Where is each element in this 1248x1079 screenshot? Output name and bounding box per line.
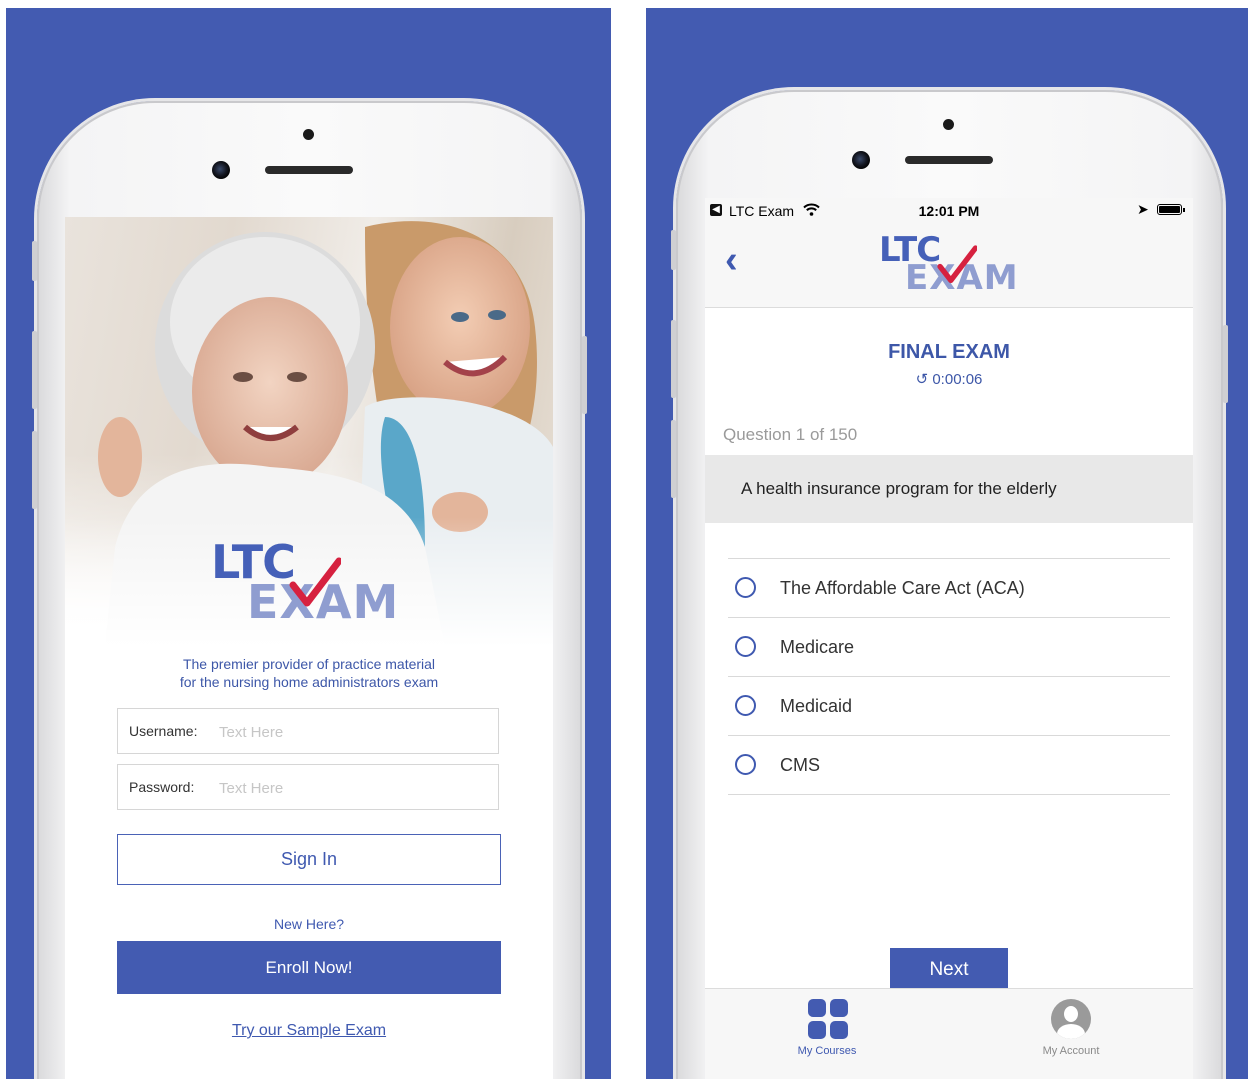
ltc-exam-logo: LTC EXAM bbox=[211, 535, 411, 629]
radio-button[interactable] bbox=[735, 754, 756, 775]
stopwatch-icon: ↺ bbox=[915, 371, 933, 388]
login-screen: LTC EXAM The premier provider of practic… bbox=[65, 217, 553, 1079]
grid-icon bbox=[808, 999, 848, 1039]
front-camera bbox=[852, 151, 870, 169]
password-label: Password: bbox=[129, 779, 195, 795]
exam-panel: ◀ LTC Exam 12:01 PM ➤ ‹ LTC EXAM FINAL E… bbox=[646, 8, 1248, 1079]
username-field[interactable]: Username: bbox=[117, 708, 499, 754]
mute-switch bbox=[671, 230, 676, 270]
volume-up-button bbox=[671, 320, 676, 398]
account-icon bbox=[1051, 999, 1091, 1039]
power-button bbox=[1223, 325, 1228, 403]
answer-option[interactable]: The Affordable Care Act (ACA) bbox=[728, 559, 1170, 618]
volume-down-button bbox=[32, 431, 37, 509]
question-box: A health insurance program for the elder… bbox=[705, 455, 1193, 523]
nav-bar: ‹ LTC EXAM bbox=[705, 222, 1193, 308]
answer-option-label: CMS bbox=[780, 755, 820, 775]
radio-button[interactable] bbox=[735, 577, 756, 598]
sensor-dot bbox=[943, 119, 954, 130]
answer-option-label: Medicaid bbox=[780, 696, 853, 716]
tab-label: My Account bbox=[1042, 1045, 1100, 1057]
earpiece-speaker bbox=[905, 156, 993, 164]
status-time: 12:01 PM bbox=[918, 203, 980, 219]
tab-label: My Courses bbox=[797, 1045, 857, 1057]
mute-switch bbox=[32, 241, 37, 281]
battery-icon bbox=[1157, 204, 1185, 215]
password-input[interactable] bbox=[217, 773, 491, 803]
tab-my-account[interactable]: My Account bbox=[949, 989, 1193, 1069]
back-chevron-icon[interactable]: ‹ bbox=[725, 240, 738, 280]
timer-value: 0:00:06 bbox=[932, 371, 983, 388]
answer-option[interactable]: CMS bbox=[728, 736, 1170, 795]
exam-timer: ↺ 0:00:06 bbox=[705, 370, 1193, 388]
location-arrow-icon: ➤ bbox=[1137, 201, 1149, 217]
volume-up-button bbox=[32, 331, 37, 409]
answer-option[interactable]: Medicaid bbox=[728, 677, 1170, 736]
tab-bar: My Courses My Account bbox=[705, 988, 1193, 1079]
login-panel: LTC EXAM The premier provider of practic… bbox=[6, 8, 611, 1079]
exam-screen: ◀ LTC Exam 12:01 PM ➤ ‹ LTC EXAM FINAL E… bbox=[705, 198, 1193, 1079]
front-camera bbox=[212, 161, 230, 179]
question-number: Question 1 of 150 bbox=[723, 425, 858, 444]
password-field[interactable]: Password: bbox=[117, 764, 499, 810]
power-button bbox=[582, 336, 587, 414]
tagline-line-1: The premier provider of practice materia… bbox=[182, 656, 436, 672]
exam-content: FINAL EXAM ↺ 0:00:06 Question 1 of 150 A… bbox=[705, 308, 1193, 991]
next-button[interactable]: Next bbox=[890, 948, 1008, 991]
radio-button[interactable] bbox=[735, 695, 756, 716]
sample-exam-link[interactable]: Try our Sample Exam bbox=[65, 1022, 553, 1040]
username-label: Username: bbox=[129, 723, 198, 739]
ltc-exam-logo: LTC EXAM bbox=[879, 230, 1039, 300]
answer-option-label: Medicare bbox=[780, 637, 855, 657]
radio-button[interactable] bbox=[735, 636, 756, 657]
volume-down-button bbox=[671, 420, 676, 498]
sensor-dot bbox=[303, 129, 314, 140]
new-here-text: New Here? bbox=[273, 916, 345, 932]
exam-title: FINAL EXAM bbox=[888, 341, 1010, 363]
answer-option[interactable]: Medicare bbox=[728, 618, 1170, 677]
enroll-now-button[interactable]: Enroll Now! bbox=[117, 941, 501, 994]
username-input[interactable] bbox=[217, 717, 491, 747]
answer-options: The Affordable Care Act (ACA) Medicare M… bbox=[728, 558, 1170, 795]
answer-option-label: The Affordable Care Act (ACA) bbox=[780, 578, 1025, 598]
phone-frame: ◀ LTC Exam 12:01 PM ➤ ‹ LTC EXAM FINAL E… bbox=[671, 90, 1228, 1079]
tagline: The premier provider of practice materia… bbox=[65, 655, 553, 691]
earpiece-speaker bbox=[265, 166, 353, 174]
status-bar: ◀ LTC Exam 12:01 PM ➤ bbox=[705, 198, 1193, 222]
checkmark-icon bbox=[937, 245, 977, 284]
sign-in-button[interactable]: Sign In bbox=[117, 834, 501, 885]
tagline-line-2: for the nursing home administrators exam bbox=[179, 674, 439, 690]
question-text: A health insurance program for the elder… bbox=[741, 479, 1057, 498]
phone-frame: LTC EXAM The premier provider of practic… bbox=[32, 101, 587, 1079]
checkmark-icon bbox=[289, 557, 341, 607]
tab-my-courses[interactable]: My Courses bbox=[705, 989, 949, 1069]
